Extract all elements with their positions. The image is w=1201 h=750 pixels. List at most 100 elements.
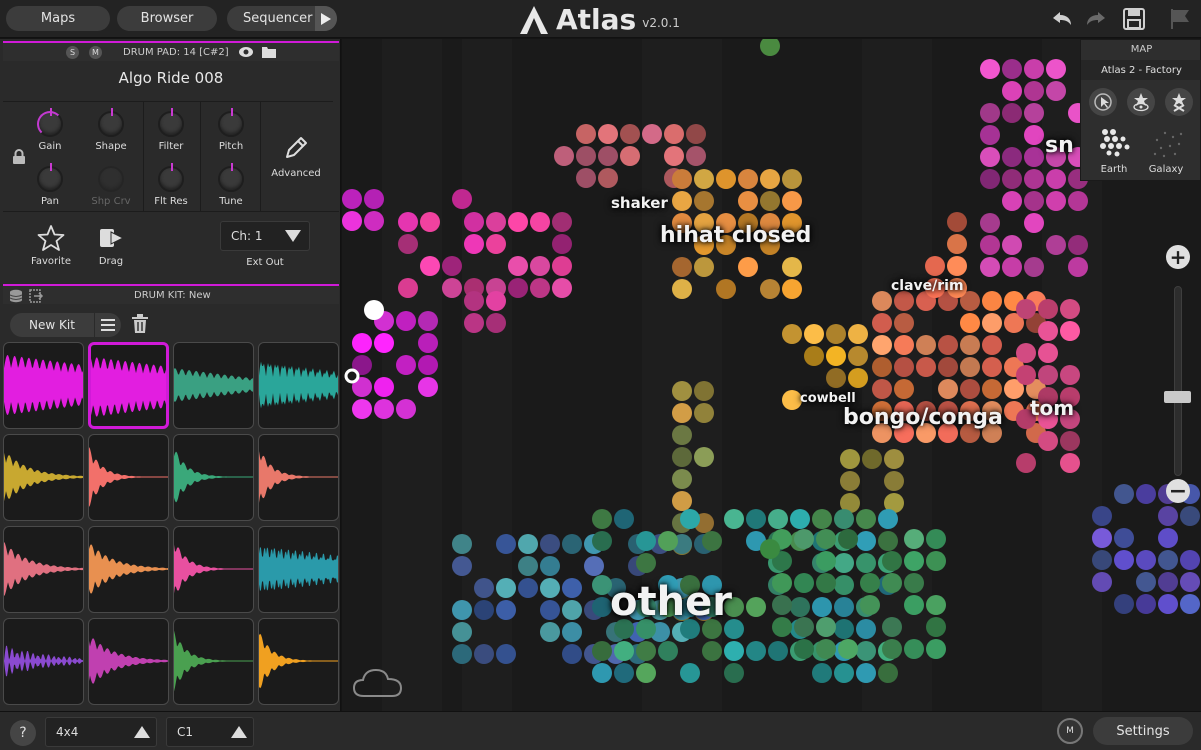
sample-dot[interactable] <box>672 169 692 189</box>
sample-dot[interactable] <box>508 212 528 232</box>
sample-dot[interactable] <box>856 619 876 639</box>
selected-sample-marker[interactable] <box>344 368 360 384</box>
sample-dot[interactable] <box>364 189 384 209</box>
sample-dot[interactable] <box>926 529 946 549</box>
sample-dot[interactable] <box>552 278 572 298</box>
sample-dot[interactable] <box>420 256 440 276</box>
folder-icon[interactable] <box>261 45 277 62</box>
sample-dot[interactable] <box>724 641 744 661</box>
pitch-knob[interactable]: Pitch <box>206 108 256 163</box>
sample-dot[interactable] <box>518 534 538 554</box>
sample-dot[interactable] <box>584 556 604 576</box>
sample-dot[interactable] <box>496 578 516 598</box>
sample-dot[interactable] <box>1092 572 1112 592</box>
sample-dot[interactable] <box>1024 169 1044 189</box>
drum-pad[interactable] <box>3 342 84 429</box>
sample-dot[interactable] <box>486 313 506 333</box>
sample-dot[interactable] <box>838 529 858 549</box>
sample-dot[interactable] <box>620 146 640 166</box>
sample-dot[interactable] <box>418 333 438 353</box>
drum-pad[interactable] <box>88 434 169 521</box>
sample-dot[interactable] <box>947 212 967 232</box>
sample-dot[interactable] <box>947 234 967 254</box>
sample-dot[interactable] <box>716 279 736 299</box>
sample-dot[interactable] <box>1046 191 1066 211</box>
sample-dot[interactable] <box>856 509 876 529</box>
sample-dot[interactable] <box>926 551 946 571</box>
sample-dot[interactable] <box>856 531 876 551</box>
sample-dot[interactable] <box>826 346 846 366</box>
sample-dot[interactable] <box>1024 191 1044 211</box>
sample-dot[interactable] <box>1136 484 1156 504</box>
kit-name-button[interactable]: New Kit <box>10 313 94 337</box>
sample-dot[interactable] <box>1046 81 1066 101</box>
sample-dot[interactable] <box>1002 59 1022 79</box>
sample-dot[interactable] <box>576 168 596 188</box>
sample-dot[interactable] <box>738 191 758 211</box>
sample-dot[interactable] <box>592 575 612 595</box>
pointer-mode-icon[interactable] <box>1089 88 1117 116</box>
sample-dot[interactable] <box>530 278 550 298</box>
sample-dot[interactable] <box>1024 147 1044 167</box>
sample-dot[interactable] <box>882 551 902 571</box>
sample-dot[interactable] <box>636 531 656 551</box>
sample-dot[interactable] <box>760 169 780 189</box>
sample-dot[interactable] <box>1114 594 1134 614</box>
sample-dot[interactable] <box>1092 506 1112 526</box>
sample-dot[interactable] <box>856 663 876 683</box>
sample-dot[interactable] <box>1016 343 1036 363</box>
sample-dot[interactable] <box>834 509 854 529</box>
sample-dot[interactable] <box>672 469 692 489</box>
sample-dot[interactable] <box>486 291 506 311</box>
sample-dot[interactable] <box>904 573 924 593</box>
channel-select[interactable]: Ch: 1 <box>220 221 310 251</box>
sample-dot[interactable] <box>496 534 516 554</box>
redo-icon[interactable] <box>1083 6 1109 32</box>
sample-dot[interactable] <box>686 146 706 166</box>
sample-dot[interactable] <box>374 377 394 397</box>
sample-dot[interactable] <box>598 146 618 166</box>
drum-pad[interactable] <box>173 434 254 521</box>
sample-dot[interactable] <box>496 600 516 620</box>
sample-dot[interactable] <box>1002 147 1022 167</box>
sample-dot[interactable] <box>694 191 714 211</box>
sample-map[interactable]: shaker hihat closed clave/rim cowbell bo… <box>342 39 1201 711</box>
sample-dot[interactable] <box>804 346 824 366</box>
sample-dot[interactable] <box>508 256 528 276</box>
sample-dot[interactable] <box>926 639 946 659</box>
sample-dot[interactable] <box>530 212 550 232</box>
sample-dot[interactable] <box>980 147 1000 167</box>
sample-dot[interactable] <box>702 531 722 551</box>
sample-dot[interactable] <box>672 403 692 423</box>
sample-dot[interactable] <box>592 641 612 661</box>
sample-dot[interactable] <box>746 509 766 529</box>
sample-dot[interactable] <box>782 257 802 277</box>
sample-dot[interactable] <box>576 124 596 144</box>
sample-dot[interactable] <box>620 124 640 144</box>
sample-dot[interactable] <box>980 59 1000 79</box>
sample-dot[interactable] <box>872 335 892 355</box>
sample-dot[interactable] <box>848 346 868 366</box>
sample-dot[interactable] <box>1002 235 1022 255</box>
drum-pad[interactable] <box>88 618 169 705</box>
sample-dot[interactable] <box>562 534 582 554</box>
sample-dot[interactable] <box>1046 59 1066 79</box>
sample-dot[interactable] <box>782 169 802 189</box>
sample-dot[interactable] <box>540 622 560 642</box>
sample-dot[interactable] <box>980 169 1000 189</box>
drum-pad[interactable] <box>3 434 84 521</box>
database-icon[interactable] <box>9 289 23 306</box>
settings-button[interactable]: Settings <box>1093 717 1193 745</box>
zoom-slider-track[interactable] <box>1174 286 1182 476</box>
save-icon[interactable] <box>1121 6 1147 32</box>
sample-dot[interactable] <box>464 313 484 333</box>
sample-dot[interactable] <box>882 617 902 637</box>
sample-dot[interactable] <box>848 368 868 388</box>
sample-dot[interactable] <box>860 573 880 593</box>
sample-dot[interactable] <box>826 368 846 388</box>
sample-dot[interactable] <box>980 125 1000 145</box>
sample-dot[interactable] <box>442 278 462 298</box>
sample-dot[interactable] <box>418 377 438 397</box>
favorites-clear-icon[interactable] <box>1165 88 1193 116</box>
zoom-slider-thumb[interactable] <box>1164 391 1191 403</box>
